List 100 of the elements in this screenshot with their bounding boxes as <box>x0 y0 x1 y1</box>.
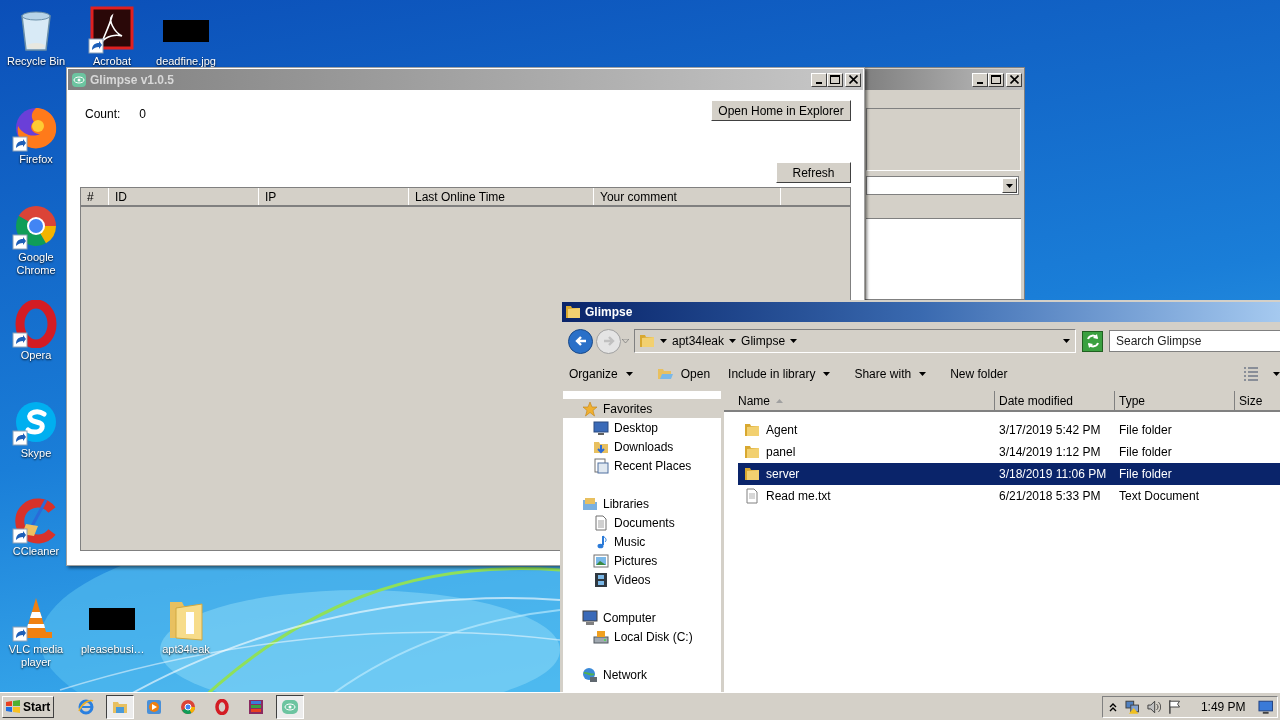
close-icon <box>1009 75 1019 84</box>
refresh-button[interactable]: Refresh <box>776 162 851 183</box>
caret-icon <box>1273 371 1280 376</box>
date-cell-text: 6/21/2018 5:33 PM <box>998 488 1102 505</box>
minimize-icon <box>816 81 822 84</box>
minimize-button[interactable] <box>972 72 988 87</box>
toolbar-button[interactable]: New folder <box>948 362 1010 385</box>
column-header[interactable]: Last Online Time <box>409 188 594 205</box>
search-field[interactable]: Search Glimpse <box>1109 330 1280 352</box>
icon-label[interactable]: Recycle Bin <box>6 55 66 68</box>
breadcrumb-link[interactable]: apt34leak <box>672 332 725 350</box>
e-globe-icon <box>78 698 94 715</box>
forward-arrow-icon <box>601 335 616 347</box>
address-field[interactable]: apt34leak Glimpse <box>634 329 1076 353</box>
column-header[interactable]: Name <box>724 391 995 410</box>
icon-label[interactable]: Acrobat <box>93 55 131 68</box>
navigation-item[interactable]: Network <box>563 665 721 684</box>
column-header[interactable]: Date modified <box>995 391 1115 410</box>
eye-icon <box>72 72 86 87</box>
column-header[interactable]: IP <box>259 188 409 205</box>
icon-label[interactable]: CCleaner <box>12 545 60 558</box>
list-view-icon <box>1243 365 1259 382</box>
close-icon <box>848 75 858 84</box>
navigation-item[interactable]: Downloads <box>563 437 721 456</box>
file-name[interactable]: Agent <box>766 421 798 439</box>
view-button[interactable] <box>1243 365 1280 382</box>
navigation-item[interactable]: Computer <box>563 608 721 627</box>
navigation-item[interactable]: Pictures <box>563 551 721 570</box>
windows-logo-icon <box>5 699 21 714</box>
type-cell-text: File folder <box>1118 466 1173 483</box>
play-icon <box>146 698 162 715</box>
date-cell-text: 3/14/2019 1:12 PM <box>998 444 1102 461</box>
icon-label[interactable]: Opera <box>20 349 52 362</box>
breadcrumb-link[interactable]: Glimpse <box>741 332 786 350</box>
taskbar-button[interactable] <box>276 694 304 719</box>
taskbar-button[interactable] <box>106 694 134 719</box>
computer-icon <box>582 609 598 626</box>
picture-icon <box>593 552 609 569</box>
folder-icon <box>744 422 760 438</box>
icon-label[interactable]: Skype <box>20 447 52 460</box>
file-name[interactable]: Read me.txt <box>766 487 831 505</box>
type-cell-text: File folder <box>1118 444 1173 461</box>
file-row[interactable]: Read me.txt 6/21/2018 5:33 PM Text Document <box>738 485 1280 507</box>
network-warning-icon[interactable] <box>1124 698 1141 715</box>
film-icon <box>593 571 609 588</box>
speaker-icon[interactable] <box>1146 698 1162 715</box>
document-icon <box>593 514 609 531</box>
count-value: 0 <box>139 106 147 123</box>
column-header[interactable]: Type <box>1115 391 1235 410</box>
toolbar-button[interactable]: Include in library <box>726 362 833 385</box>
navigation-item[interactable]: Favorites <box>563 399 721 418</box>
navigation-item[interactable]: Videos <box>563 570 721 589</box>
toolbar-button[interactable]: Open <box>654 362 713 385</box>
navigation-item[interactable]: Recent Places <box>563 456 721 475</box>
chevron-icon <box>729 339 737 343</box>
column-header[interactable]: ID <box>109 188 259 205</box>
file-row[interactable]: server 3/18/2019 11:06 PM File folder <box>738 463 1280 485</box>
date-cell-text: 3/18/2019 11:06 PM <box>998 466 1108 483</box>
maximize-button[interactable] <box>988 72 1004 87</box>
column-header[interactable]: Your comment <box>594 188 781 205</box>
icon-label[interactable]: deadfine.jpg <box>156 55 216 68</box>
folder-icon <box>744 466 760 482</box>
close-button[interactable] <box>845 72 861 87</box>
refresh-button[interactable] <box>1082 330 1103 352</box>
file-name[interactable]: server <box>766 465 800 483</box>
navigation-item[interactable]: Local Disk (C:) <box>563 627 721 646</box>
file-name[interactable]: panel <box>766 443 796 461</box>
text-file-icon <box>744 488 760 504</box>
icon-label[interactable]: Google Chrome <box>5 251 67 277</box>
close-button[interactable] <box>1006 72 1022 87</box>
start-button[interactable]: Start <box>2 695 54 718</box>
combo-box[interactable] <box>866 176 1019 195</box>
minimize-button[interactable] <box>811 72 827 87</box>
library-icon <box>582 495 598 512</box>
navigation-item[interactable]: Documents <box>563 513 721 532</box>
caret-icon <box>625 371 633 376</box>
open-home-button[interactable]: Open Home in Explorer <box>711 100 851 121</box>
dropdown-icon <box>1063 339 1070 343</box>
file-row[interactable]: panel 3/14/2019 1:12 PM File folder <box>738 441 1280 463</box>
star-icon <box>582 400 598 417</box>
back-button[interactable] <box>568 328 593 354</box>
minimize-icon <box>977 81 983 84</box>
toolbar-button[interactable]: Organize <box>567 362 635 385</box>
clock[interactable]: 1:49 PM <box>1200 697 1246 716</box>
recent-places-icon <box>593 457 609 474</box>
navigation-item[interactable]: Desktop <box>563 418 721 437</box>
dropdown-button[interactable] <box>1002 178 1017 193</box>
icon-label[interactable]: Firefox <box>19 153 53 166</box>
navigation-item[interactable]: Music <box>563 532 721 551</box>
ring-icon <box>214 698 230 715</box>
file-row[interactable]: Agent 3/17/2019 5:42 PM File folder <box>738 419 1280 441</box>
column-header[interactable]: # <box>81 188 109 205</box>
toolbar-button[interactable]: Share with <box>852 362 929 385</box>
show-desktop-icon[interactable] <box>1257 698 1274 715</box>
flag-icon[interactable] <box>1167 698 1183 715</box>
navigation-item[interactable]: Libraries <box>563 494 721 513</box>
column-header[interactable]: Size <box>1235 391 1280 410</box>
maximize-button[interactable] <box>827 72 843 87</box>
refresh-icon <box>1084 333 1101 349</box>
folder-icon <box>744 444 760 460</box>
